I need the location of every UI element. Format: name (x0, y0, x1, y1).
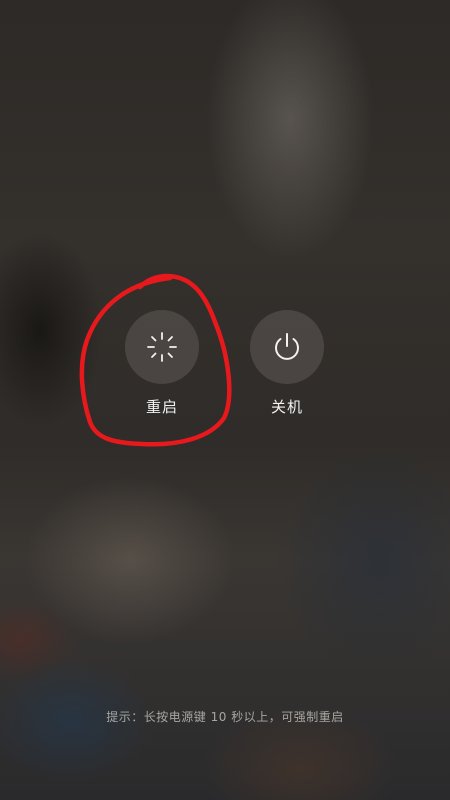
power-menu-screen: 重启 关机 提示：长按电源键 10 秒以上，可强制重启 (0, 0, 450, 800)
restart-action: 重启 (117, 310, 207, 417)
power-icon (275, 333, 299, 360)
restart-button[interactable] (125, 310, 199, 384)
blurred-background (0, 0, 450, 800)
power-off-label: 关机 (270, 398, 303, 416)
spinner-icon (147, 332, 177, 362)
power-off-action: 关机 (242, 310, 332, 417)
force-restart-hint: 提示：长按电源键 10 秒以上，可强制重启 (106, 710, 344, 724)
restart-label: 重启 (145, 398, 178, 416)
power-off-button[interactable] (250, 310, 324, 384)
